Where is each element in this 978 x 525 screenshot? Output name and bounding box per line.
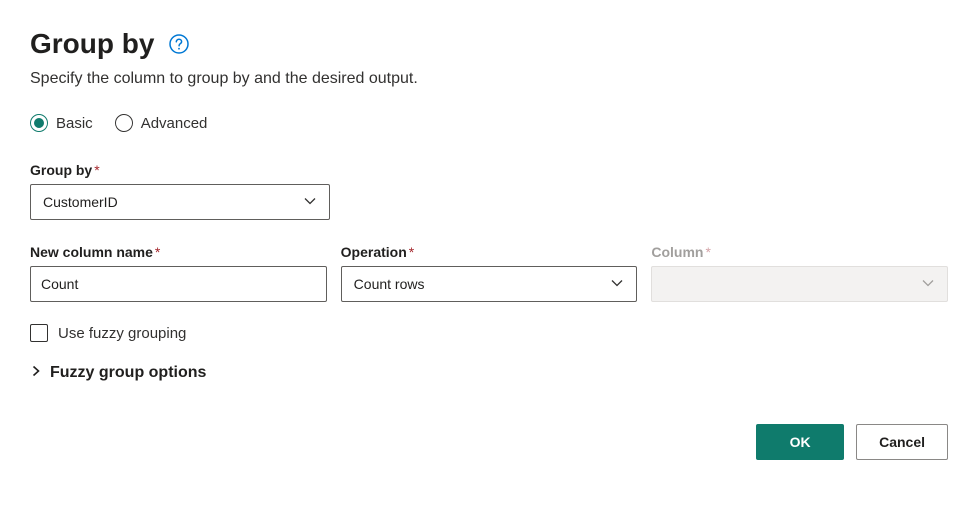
column-label: Column*	[651, 244, 948, 260]
use-fuzzy-checkbox[interactable]: Use fuzzy grouping	[30, 324, 948, 342]
chevron-right-icon	[30, 364, 42, 382]
checkbox-box-icon	[30, 324, 48, 342]
group-by-label: Group by*	[30, 162, 330, 178]
use-fuzzy-label: Use fuzzy grouping	[58, 325, 186, 342]
fuzzy-options-label: Fuzzy group options	[50, 364, 206, 382]
operation-select[interactable]: Count rows	[341, 266, 638, 302]
mode-radio-group: Basic Advanced	[30, 114, 948, 132]
operation-value: Count rows	[354, 276, 425, 292]
radio-dot-icon	[115, 114, 133, 132]
dialog-title: Group by	[30, 28, 154, 60]
help-icon[interactable]	[168, 33, 190, 55]
radio-basic[interactable]: Basic	[30, 114, 93, 132]
group-by-value: CustomerID	[43, 194, 118, 210]
group-by-select[interactable]: CustomerID	[30, 184, 330, 220]
radio-dot-icon	[30, 114, 48, 132]
column-select	[651, 266, 948, 302]
chevron-down-icon	[921, 276, 935, 293]
new-column-name-label: New column name*	[30, 244, 327, 260]
cancel-button[interactable]: Cancel	[856, 424, 948, 460]
chevron-down-icon	[610, 276, 624, 293]
radio-basic-label: Basic	[56, 115, 93, 132]
dialog-subtitle: Specify the column to group by and the d…	[30, 70, 948, 88]
ok-button[interactable]: OK	[756, 424, 844, 460]
chevron-down-icon	[303, 194, 317, 211]
operation-label: Operation*	[341, 244, 638, 260]
new-column-name-input[interactable]	[30, 266, 327, 302]
radio-advanced-label: Advanced	[141, 115, 208, 132]
fuzzy-options-expander[interactable]: Fuzzy group options	[30, 364, 948, 382]
radio-advanced[interactable]: Advanced	[115, 114, 208, 132]
